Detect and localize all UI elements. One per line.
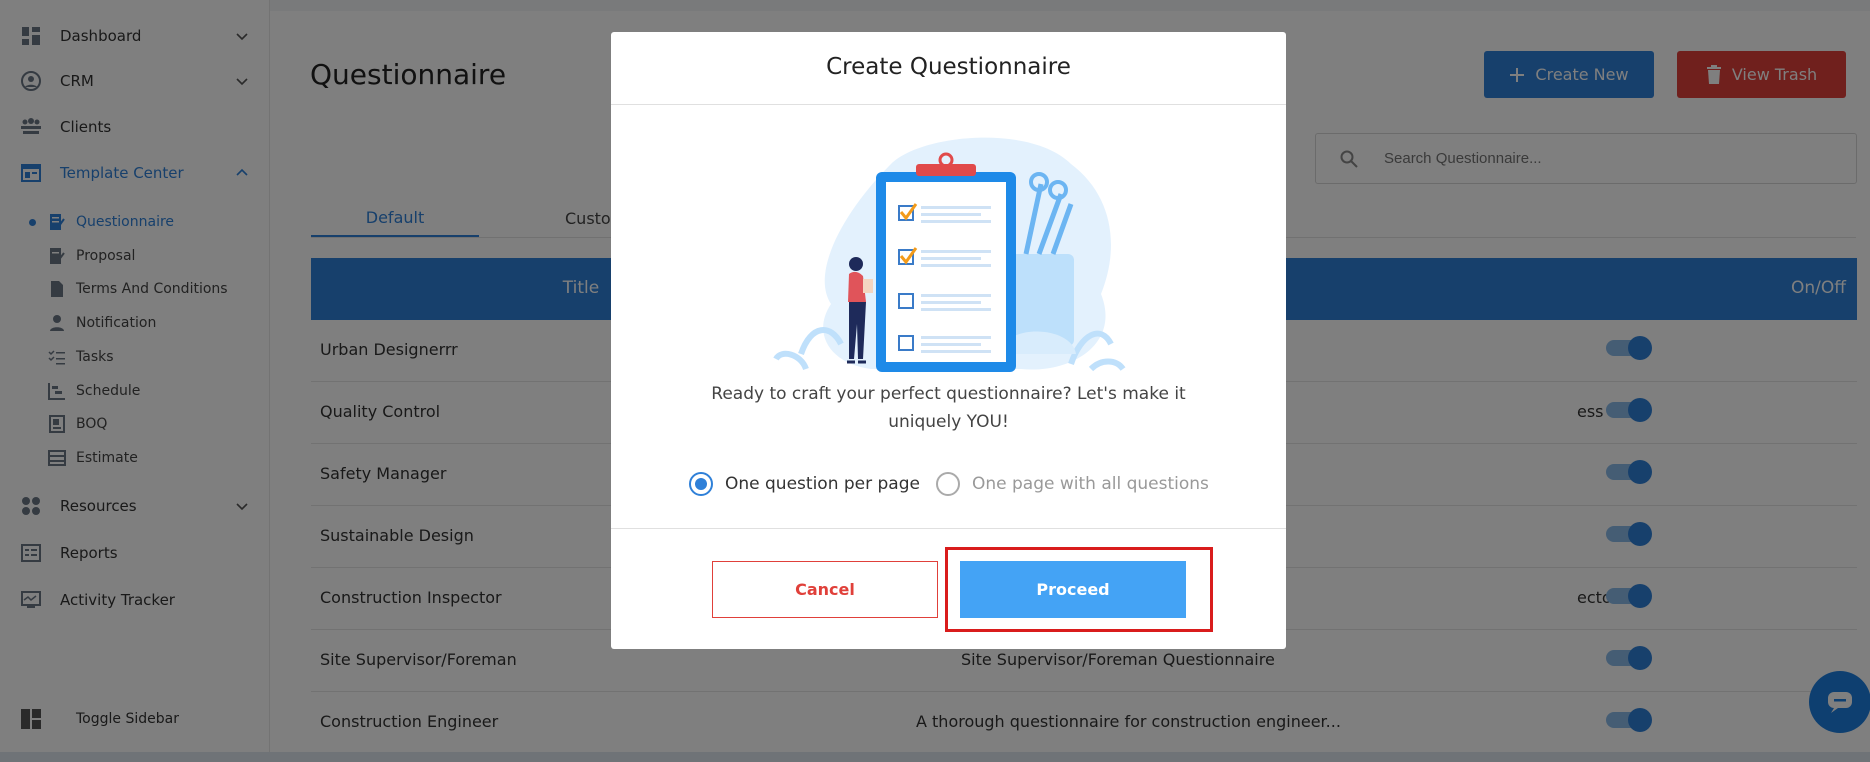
modal-divider [611, 104, 1286, 105]
radio-label-one-question[interactable]: One question per page [725, 474, 920, 494]
proceed-button[interactable]: Proceed [960, 561, 1186, 618]
modal-message: Ready to craft your perfect questionnair… [711, 384, 1186, 432]
radio-one-question-per-page[interactable] [689, 472, 713, 496]
modal-title: Create Questionnaire [826, 54, 1071, 80]
create-questionnaire-modal: Create Questionnaire Ready to craft your… [611, 32, 1286, 649]
radio-label-all-questions[interactable]: One page with all questions [972, 474, 1209, 494]
cancel-button[interactable]: Cancel [712, 561, 938, 618]
clipboard-illustration [773, 137, 1126, 372]
modal-divider [611, 528, 1286, 529]
radio-one-page-all-questions[interactable] [935, 472, 960, 496]
layout-options: One question per page One page with all … [689, 469, 1209, 499]
